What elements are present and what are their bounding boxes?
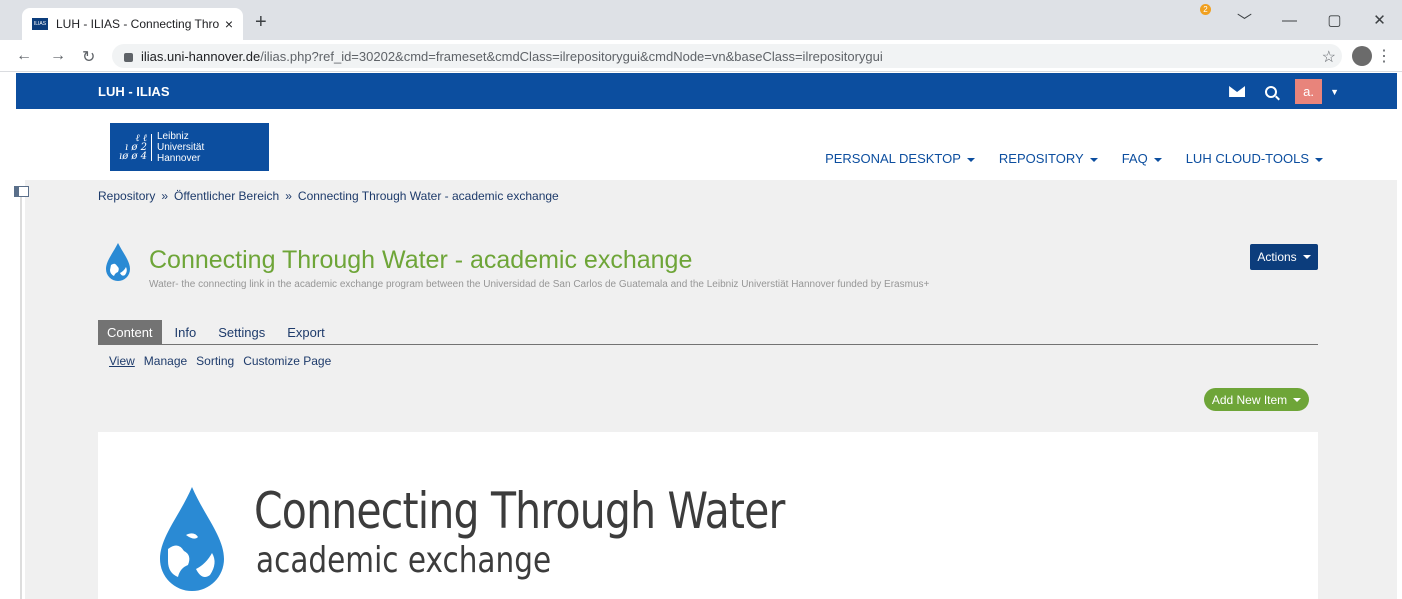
- subtab-customize-page[interactable]: Customize Page: [243, 354, 331, 368]
- ilias-top-bar: LUH - ILIAS a. ▼: [16, 73, 1397, 109]
- url-host: ilias.uni-hannover.de: [141, 48, 261, 64]
- logo-mark-icon: ℓ ℓı ø 2 ıø ø 4: [118, 133, 152, 161]
- tab-settings[interactable]: Settings: [209, 320, 274, 345]
- luh-logo[interactable]: ℓ ℓı ø 2 ıø ø 4 Leibniz Universität Hanno…: [110, 123, 269, 171]
- page-description: Water- the connecting link in the academ…: [149, 279, 930, 290]
- subtab-manage[interactable]: Manage: [144, 354, 187, 368]
- banner-title: Connecting Through Water: [254, 482, 785, 540]
- search-icon[interactable]: [1265, 85, 1278, 98]
- logo-line-2: Universität: [157, 141, 205, 153]
- close-window-icon[interactable]: ✕: [1357, 11, 1402, 29]
- bookmark-star-icon[interactable]: ☆: [1322, 47, 1336, 67]
- subtab-view[interactable]: View: [109, 354, 135, 368]
- page-header: ℓ ℓı ø 2 ıø ø 4 Leibniz Universität Hanno…: [16, 109, 1397, 180]
- content-banner: Connecting Through Water academic exchan…: [98, 432, 1318, 599]
- lock-icon: [124, 52, 133, 62]
- url-text: ilias.uni-hannover.de/ilias.php?ref_id=3…: [141, 49, 883, 64]
- water-drop-globe-logo-icon: [160, 487, 224, 591]
- url-input[interactable]: ilias.uni-hannover.de/ilias.php?ref_id=3…: [112, 44, 1342, 68]
- logo-line-3: Hannover: [157, 152, 201, 164]
- breadcrumb-item-repository[interactable]: Repository: [98, 189, 155, 203]
- ilias-favicon-icon: ILIAS: [32, 18, 48, 30]
- brand-link[interactable]: LUH - ILIAS: [98, 84, 170, 99]
- close-tab-icon[interactable]: ×: [225, 16, 233, 32]
- tree-panel-toggle-icon[interactable]: [14, 186, 29, 197]
- top-bar-icons: a. ▼: [1229, 79, 1339, 104]
- nav-label: FAQ: [1121, 151, 1148, 166]
- chevron-down-icon: [1089, 157, 1098, 162]
- nav-repository[interactable]: REPOSITORY: [999, 151, 1098, 166]
- browser-toolbar: ← → ↻ ilias.uni-hannover.de/ilias.php?re…: [0, 40, 1402, 72]
- chevron-down-icon: [1153, 157, 1162, 162]
- maximize-icon[interactable]: ▢: [1312, 11, 1357, 29]
- nav-luh-cloud-tools[interactable]: LUH CLOUD-TOOLS: [1186, 151, 1323, 166]
- nav-label: LUH CLOUD-TOOLS: [1185, 151, 1309, 166]
- breadcrumb: Repository » Öffentlicher Bereich » Connecti…: [98, 189, 559, 203]
- actions-label: Actions: [1257, 250, 1297, 264]
- banner-subtitle: academic exchange: [256, 540, 552, 581]
- browser-tab-strip: ILIAS LUH - ILIAS - Connecting Throug × …: [0, 0, 1402, 40]
- tab-export[interactable]: Export: [278, 320, 334, 345]
- browser-tab[interactable]: ILIAS LUH - ILIAS - Connecting Throug ×: [22, 8, 243, 40]
- breadcrumb-separator: »: [285, 189, 292, 203]
- object-tabs: Content Info Settings Export: [98, 320, 1318, 345]
- nav-label: REPOSITORY: [998, 151, 1084, 166]
- url-path: /ilias.php?ref_id=30202&cmd=frameset&cmd…: [260, 48, 883, 64]
- nav-personal-desktop[interactable]: PERSONAL DESKTOP: [825, 151, 975, 166]
- tab-content[interactable]: Content: [98, 320, 162, 345]
- chevron-down-icon: [1315, 157, 1323, 162]
- mail-count-badge: 2: [1200, 4, 1211, 15]
- mail-icon[interactable]: [1229, 86, 1246, 97]
- add-new-item-label: Add New Item: [1211, 392, 1288, 407]
- breadcrumb-item-current[interactable]: Connecting Through Water - academic exch…: [298, 189, 559, 203]
- subtab-sorting[interactable]: Sorting: [196, 354, 234, 368]
- nav-faq[interactable]: FAQ: [1122, 151, 1162, 166]
- left-rail: [0, 180, 16, 599]
- new-tab-icon[interactable]: +: [255, 11, 267, 34]
- minimize-icon[interactable]: —: [1267, 12, 1312, 29]
- chevron-down-icon: [966, 157, 975, 162]
- browser-menu-icon[interactable]: ⋮: [1376, 46, 1392, 66]
- tab-info[interactable]: Info: [166, 320, 206, 345]
- page-title: Connecting Through Water - academic exch…: [149, 246, 693, 274]
- water-drop-globe-icon: [106, 243, 130, 281]
- window-controls: ﹀ — ▢ ✕: [1222, 0, 1402, 40]
- nav-label: PERSONAL DESKTOP: [825, 151, 961, 166]
- back-arrow-icon[interactable]: ←: [16, 47, 32, 65]
- reload-icon[interactable]: ↻: [82, 47, 95, 67]
- sub-tabs: View Manage Sorting Customize Page: [109, 354, 340, 368]
- chevron-down-icon: [1302, 255, 1311, 259]
- rail-divider: [20, 196, 22, 599]
- logo-line-1: Leibniz: [157, 130, 189, 142]
- main-navigation: PERSONAL DESKTOP REPOSITORY FAQ LUH CLOU…: [801, 151, 1323, 166]
- user-menu-caret-icon[interactable]: ▼: [1330, 87, 1339, 97]
- browser-tab-title: LUH - ILIAS - Connecting Throug: [56, 17, 219, 31]
- tab-search-icon[interactable]: ﹀: [1222, 10, 1267, 31]
- logo-text: Leibniz Universität Hannover: [157, 131, 204, 164]
- actions-button[interactable]: Actions: [1250, 244, 1318, 270]
- user-avatar[interactable]: a.: [1295, 79, 1323, 104]
- breadcrumb-item-public-area[interactable]: Öffentlicher Bereich: [174, 189, 279, 203]
- forward-arrow-icon[interactable]: →: [50, 47, 66, 65]
- chevron-down-icon: [1293, 397, 1302, 402]
- profile-avatar-icon[interactable]: [1352, 46, 1372, 66]
- add-new-item-button[interactable]: Add New Item: [1204, 388, 1309, 411]
- breadcrumb-separator: »: [161, 189, 169, 203]
